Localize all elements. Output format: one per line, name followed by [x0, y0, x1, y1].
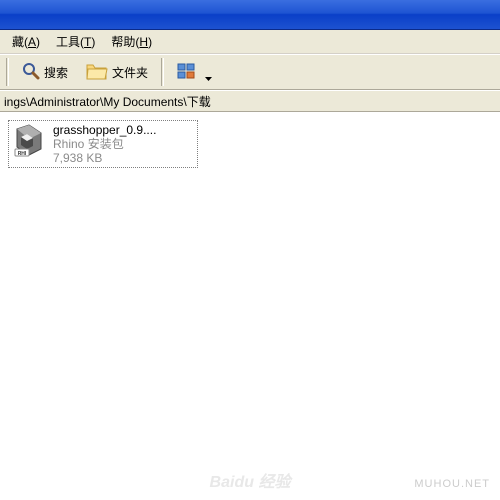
menu-favorites-label: 藏 — [12, 35, 24, 49]
menu-help[interactable]: 帮助(H) — [103, 31, 160, 52]
search-label: 搜索 — [44, 64, 68, 81]
file-item[interactable]: RHI grasshopper_0.9.... Rhino 安装包 7,938 … — [8, 120, 198, 168]
menu-tools[interactable]: 工具(T) — [48, 31, 103, 52]
menu-tools-label: 工具 — [56, 35, 80, 49]
content-area: RHI grasshopper_0.9.... Rhino 安装包 7,938 … — [0, 112, 500, 500]
search-button[interactable]: 搜索 — [15, 58, 75, 87]
folders-button[interactable]: 文件夹 — [79, 58, 155, 86]
toolbar: 搜索 文件夹 — [0, 54, 500, 90]
menu-favorites-mnemonic: A — [28, 35, 36, 49]
rhi-file-icon: RHI — [11, 123, 47, 159]
watermark-corner: MUHOU.NET — [414, 478, 490, 490]
menu-bar: 藏(A) 工具(T) 帮助(H) — [0, 30, 500, 54]
file-type: Rhino 安装包 — [53, 137, 156, 151]
folders-label: 文件夹 — [112, 64, 148, 81]
views-button[interactable] — [170, 59, 219, 85]
file-text: grasshopper_0.9.... Rhino 安装包 7,938 KB — [53, 123, 156, 165]
chevron-down-icon — [205, 70, 212, 74]
menu-tools-mnemonic: T — [84, 35, 91, 49]
window-titlebar — [0, 0, 500, 30]
folder-icon — [86, 62, 108, 82]
file-name: grasshopper_0.9.... — [53, 123, 156, 137]
toolbar-handle — [6, 58, 9, 86]
svg-text:RHI: RHI — [18, 151, 27, 157]
menu-help-label: 帮助 — [111, 35, 135, 49]
watermark-center: Baidu 经验 — [210, 468, 291, 492]
menu-help-mnemonic: H — [139, 35, 148, 49]
address-path: ings\Administrator\My Documents\下载 — [4, 93, 211, 110]
file-size: 7,938 KB — [53, 151, 156, 165]
search-icon — [22, 62, 40, 83]
views-icon — [177, 63, 199, 81]
menu-favorites[interactable]: 藏(A) — [4, 31, 48, 52]
toolbar-handle-2 — [161, 58, 164, 86]
address-bar[interactable]: ings\Administrator\My Documents\下载 — [0, 90, 500, 112]
